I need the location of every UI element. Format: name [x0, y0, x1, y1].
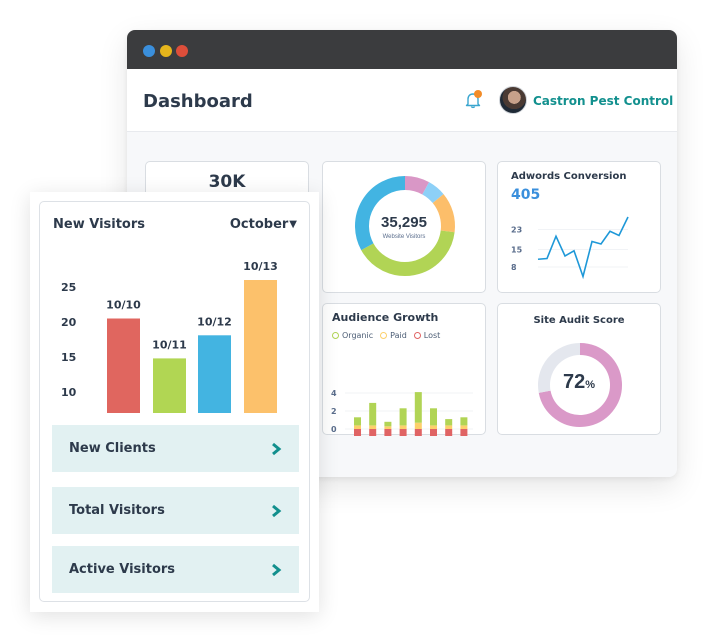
visitors-bar-2 — [198, 335, 231, 413]
visitors-bar-label-0: 10/10 — [106, 299, 141, 312]
growth-bar-organic-0 — [354, 417, 361, 426]
chevron-right-icon — [272, 563, 282, 576]
growth-bar-lost-1 — [369, 429, 377, 436]
growth-bar-paid-5 — [430, 425, 437, 429]
new-clients-label: New Clients — [69, 441, 156, 456]
user-name[interactable]: Castron Pest Control — [533, 94, 673, 108]
growth-bar-organic-7 — [460, 417, 468, 426]
new-visitors-card: New Visitors October ▼ 10 15 20 25 10/10 10/11… — [39, 201, 310, 602]
chevron-right-icon — [272, 442, 282, 455]
growth-y-tick-0: 4 — [331, 389, 337, 398]
active-visitors-row[interactable]: Active Visitors — [52, 546, 299, 593]
donut-slice-1 — [422, 182, 444, 204]
window-minimize-button[interactable] — [160, 45, 172, 57]
new-visitors-title: New Visitors — [53, 217, 146, 232]
visitors-bar-0 — [107, 318, 140, 413]
growth-bar-organic-5 — [430, 408, 437, 426]
new-visitors-bar-chart: 10 15 20 25 10/10 10/11 10/12 10/13 — [61, 260, 278, 413]
growth-bar-paid-2 — [384, 426, 392, 429]
growth-y-tick-1: 2 — [331, 407, 337, 416]
growth-bar-paid-7 — [460, 425, 468, 429]
kpi-value: 30K — [208, 172, 246, 192]
growth-bar-organic-4 — [414, 392, 422, 423]
growth-bar-organic-2 — [384, 421, 392, 427]
growth-bar-lost-0 — [354, 429, 361, 436]
visitors-y-tick-2: 20 — [61, 316, 77, 329]
page-title: Dashboard — [143, 91, 253, 112]
notification-badge — [474, 90, 482, 98]
site-audit-donut-chart — [538, 343, 622, 427]
new-clients-row[interactable]: New Clients — [52, 425, 299, 472]
avatar[interactable] — [499, 86, 527, 114]
adwords-y-tick-0: 8 — [511, 263, 517, 272]
website-visitors-label: Website Visitors — [382, 234, 426, 240]
growth-bar-paid-1 — [369, 425, 377, 429]
growth-bar-organic-6 — [445, 419, 453, 426]
site-audit-number: 72 — [562, 371, 586, 393]
growth-bar-paid-0 — [354, 425, 361, 429]
adwords-conversion-card: Adwords Conversion 405 8 15 23 — [497, 161, 661, 293]
visitors-bar-label-2: 10/12 — [197, 315, 232, 328]
visitors-y-tick-0: 10 — [61, 386, 77, 399]
adwords-y-tick-1: 15 — [511, 246, 523, 255]
site-audit-unit: % — [585, 379, 596, 391]
growth-bar-organic-3 — [399, 408, 407, 426]
website-visitors-value: 35,295 — [381, 214, 427, 231]
active-visitors-label: Active Visitors — [69, 562, 176, 577]
growth-bar-lost-7 — [460, 429, 468, 436]
visitors-bar-label-3: 10/13 — [243, 260, 278, 273]
visitors-bar-3 — [244, 280, 277, 413]
growth-bar-paid-4 — [414, 422, 422, 429]
adwords-y-tick-2: 23 — [511, 226, 522, 235]
growth-y-tick-2: 0 — [331, 425, 337, 434]
growth-bar-lost-2 — [384, 429, 392, 436]
window-close-button[interactable] — [143, 45, 155, 57]
month-dropdown-value: October — [229, 217, 289, 232]
growth-bar-lost-5 — [430, 429, 437, 436]
site-audit-card: Site Audit Score 72% — [497, 303, 661, 435]
visitors-y-tick-3: 25 — [61, 281, 76, 294]
donut-slice-0 — [404, 176, 430, 195]
window-titlebar — [127, 30, 677, 69]
month-dropdown[interactable]: October ▼ — [230, 217, 297, 232]
growth-bar-organic-1 — [369, 402, 377, 426]
growth-bar-lost-6 — [445, 429, 453, 436]
visitors-bar-1 — [153, 358, 186, 413]
website-visitors-card: 35,295 Website Visitors — [322, 161, 486, 293]
window-maximize-button[interactable] — [176, 45, 188, 57]
chevron-right-icon — [272, 504, 282, 517]
total-visitors-row[interactable]: Total Visitors — [52, 487, 299, 534]
caret-down-icon: ▼ — [289, 219, 297, 230]
adwords-series-line — [537, 216, 629, 280]
visitors-y-tick-1: 15 — [61, 351, 76, 364]
total-visitors-label: Total Visitors — [69, 503, 165, 518]
growth-bar-lost-4 — [414, 429, 422, 436]
visitors-bar-label-1: 10/11 — [152, 338, 187, 351]
growth-bar-paid-3 — [399, 425, 407, 429]
dashboard-header: Dashboard Castron Pest Control — [127, 69, 677, 132]
growth-bar-lost-3 — [399, 429, 407, 436]
audience-growth-chart: 4202 — [331, 389, 473, 436]
new-visitors-panel: New Visitors October ▼ 10 15 20 25 10/10 10/11… — [30, 192, 319, 612]
growth-bar-paid-6 — [445, 425, 453, 429]
adwords-line-chart: 8 15 23 — [511, 216, 629, 280]
audience-growth-card: Audience Growth Organic Paid Lost 4202 — [322, 303, 486, 436]
site-audit-value: 72% — [498, 371, 660, 394]
